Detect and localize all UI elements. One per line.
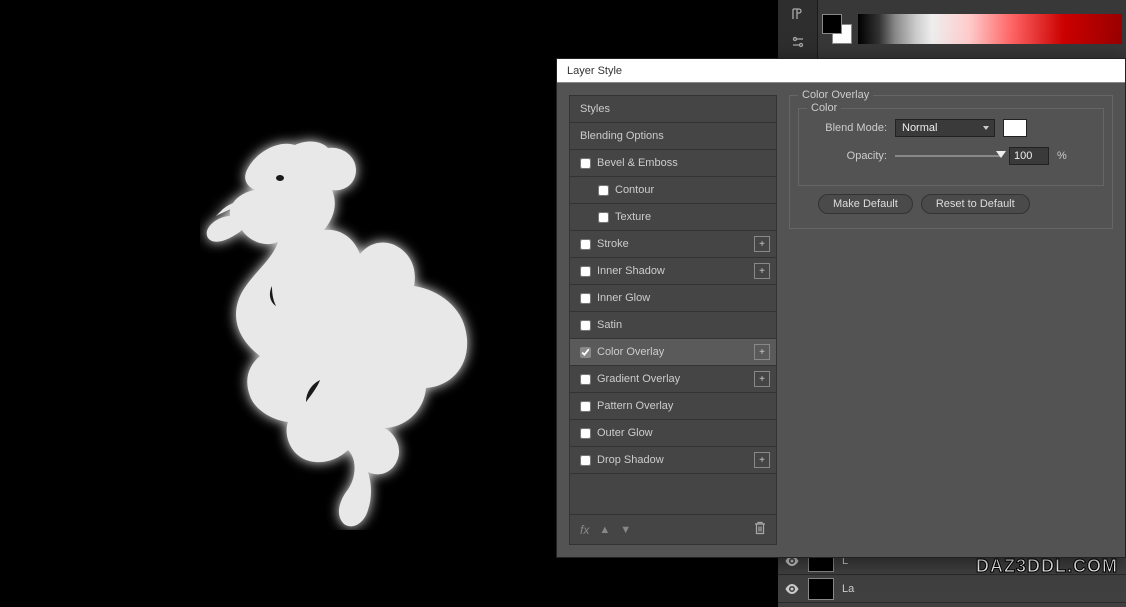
effect-label: Satin xyxy=(597,319,622,331)
effect-settings-panel: Color Overlay Color Blend Mode: Normal O… xyxy=(789,95,1113,545)
panel-icon-strip xyxy=(778,0,818,58)
contour-checkbox[interactable] xyxy=(598,185,609,196)
dialog-title: Layer Style xyxy=(567,65,622,77)
opacity-label: Opacity: xyxy=(807,150,887,162)
layer-row[interactable]: La xyxy=(778,575,1126,603)
add-effect-icon[interactable]: + xyxy=(754,371,770,387)
effect-label: Gradient Overlay xyxy=(597,373,680,385)
blending-options-header[interactable]: Blending Options xyxy=(570,123,776,150)
texture-checkbox[interactable] xyxy=(598,212,609,223)
add-effect-icon[interactable]: + xyxy=(754,263,770,279)
satin-checkbox[interactable] xyxy=(580,320,591,331)
effect-texture[interactable]: Texture xyxy=(570,204,776,231)
foreground-background-swatch[interactable] xyxy=(822,14,852,44)
inner-glow-checkbox[interactable] xyxy=(580,293,591,304)
effect-label: Stroke xyxy=(597,238,629,250)
trash-icon[interactable] xyxy=(754,521,766,538)
effect-label: Texture xyxy=(615,211,651,223)
opacity-slider[interactable] xyxy=(895,155,1001,157)
effect-satin[interactable]: Satin xyxy=(570,312,776,339)
opacity-row: Opacity: 100 % xyxy=(807,147,1095,165)
effect-label: Color Overlay xyxy=(597,346,664,358)
layer-style-dialog: Layer Style Styles Blending Options Beve… xyxy=(556,58,1126,558)
color-spectrum-bar[interactable] xyxy=(858,14,1122,44)
snake-silhouette xyxy=(200,110,480,530)
reset-default-button[interactable]: Reset to Default xyxy=(921,194,1030,214)
effect-color-overlay[interactable]: Color Overlay + xyxy=(570,339,776,366)
effect-pattern-overlay[interactable]: Pattern Overlay xyxy=(570,393,776,420)
effect-label: Inner Shadow xyxy=(597,265,665,277)
styles-header[interactable]: Styles xyxy=(570,96,776,123)
effect-label: Drop Shadow xyxy=(597,454,664,466)
add-effect-icon[interactable]: + xyxy=(754,452,770,468)
paragraph-icon[interactable] xyxy=(788,4,808,24)
opacity-value-input[interactable]: 100 xyxy=(1009,147,1049,165)
effect-label: Outer Glow xyxy=(597,427,653,439)
bevel-checkbox[interactable] xyxy=(580,158,591,169)
color-swatch-area xyxy=(818,0,1126,58)
effect-bevel-emboss[interactable]: Bevel & Emboss xyxy=(570,150,776,177)
fieldset-legend: Color Overlay xyxy=(798,89,873,101)
effect-label: Contour xyxy=(615,184,654,196)
effect-inner-glow[interactable]: Inner Glow xyxy=(570,285,776,312)
pattern-overlay-checkbox[interactable] xyxy=(580,401,591,412)
outer-glow-checkbox[interactable] xyxy=(580,428,591,439)
layer-name-label: La xyxy=(842,583,854,595)
blend-mode-select[interactable]: Normal xyxy=(895,119,995,137)
dialog-title-bar[interactable]: Layer Style xyxy=(557,59,1125,83)
effects-footer: fx ▲ ▼ xyxy=(570,514,776,544)
adjustments-icon[interactable] xyxy=(788,32,808,52)
blend-mode-row: Blend Mode: Normal xyxy=(807,119,1095,137)
stroke-checkbox[interactable] xyxy=(580,239,591,250)
effect-label: Inner Glow xyxy=(597,292,650,304)
visibility-eye-icon[interactable] xyxy=(784,581,800,597)
effect-drop-shadow[interactable]: Drop Shadow + xyxy=(570,447,776,474)
effect-outer-glow[interactable]: Outer Glow xyxy=(570,420,776,447)
color-inner-fieldset: Color Blend Mode: Normal Opacity: 100 % xyxy=(798,108,1104,186)
effects-list-panel: Styles Blending Options Bevel & Emboss C… xyxy=(569,95,777,545)
opacity-unit: % xyxy=(1057,150,1067,162)
fx-label[interactable]: fx xyxy=(580,523,589,537)
foreground-color-swatch[interactable] xyxy=(822,14,842,34)
make-default-button[interactable]: Make Default xyxy=(818,194,913,214)
add-effect-icon[interactable]: + xyxy=(754,344,770,360)
effect-label: Pattern Overlay xyxy=(597,400,673,412)
move-down-icon[interactable]: ▼ xyxy=(620,524,631,536)
default-buttons-row: Make Default Reset to Default xyxy=(798,194,1104,214)
top-right-panel xyxy=(778,0,1126,58)
effect-stroke[interactable]: Stroke + xyxy=(570,231,776,258)
add-effect-icon[interactable]: + xyxy=(754,236,770,252)
move-up-icon[interactable]: ▲ xyxy=(599,524,610,536)
color-overlay-fieldset: Color Overlay Color Blend Mode: Normal O… xyxy=(789,95,1113,229)
blend-mode-label: Blend Mode: xyxy=(807,122,887,134)
inner-shadow-checkbox[interactable] xyxy=(580,266,591,277)
inner-legend: Color xyxy=(807,102,841,114)
overlay-color-chip[interactable] xyxy=(1003,119,1027,137)
slider-thumb-icon[interactable] xyxy=(996,151,1006,158)
color-overlay-checkbox[interactable] xyxy=(580,347,591,358)
gradient-overlay-checkbox[interactable] xyxy=(580,374,591,385)
effect-gradient-overlay[interactable]: Gradient Overlay + xyxy=(570,366,776,393)
effect-contour[interactable]: Contour xyxy=(570,177,776,204)
drop-shadow-checkbox[interactable] xyxy=(580,455,591,466)
effect-label: Bevel & Emboss xyxy=(597,157,678,169)
effect-inner-shadow[interactable]: Inner Shadow + xyxy=(570,258,776,285)
layer-thumbnail xyxy=(808,578,834,600)
